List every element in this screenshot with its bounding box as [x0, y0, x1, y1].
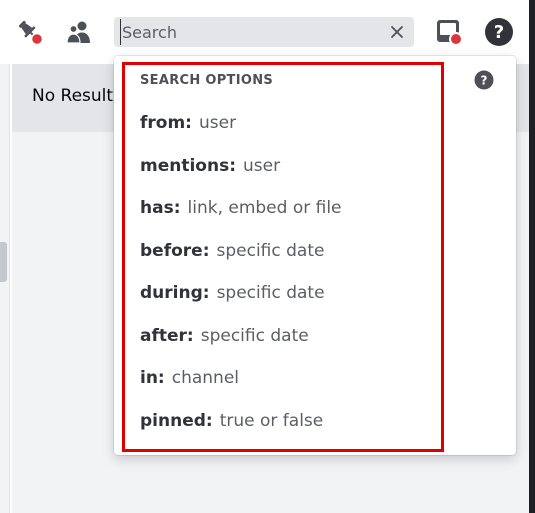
option-key: after: — [140, 326, 194, 346]
search-option-pinned[interactable]: pinned: true or false — [140, 408, 430, 434]
search-bar — [114, 17, 414, 47]
search-options-popout: ? SEARCH OPTIONS from: user mentions: us… — [114, 56, 516, 455]
option-hint: link, embed or file — [187, 198, 342, 218]
chat-scrollbar[interactable] — [0, 242, 7, 282]
inbox-button[interactable] — [434, 17, 464, 47]
inbox-icon — [437, 20, 463, 46]
svg-text:?: ? — [494, 22, 504, 43]
option-hint: user — [198, 113, 237, 133]
search-options-header: SEARCH OPTIONS — [140, 73, 274, 88]
option-hint: specific date — [216, 283, 325, 303]
no-results-text: No Result — [32, 86, 114, 106]
help-button[interactable]: ? — [484, 17, 514, 47]
pin-icon — [18, 20, 44, 46]
option-key: during: — [140, 283, 210, 303]
option-hint: specific date — [200, 326, 309, 346]
search-option-from[interactable]: from: user — [140, 110, 430, 136]
search-option-mentions[interactable]: mentions: user — [140, 153, 430, 179]
search-option-after[interactable]: after: specific date — [140, 323, 430, 349]
search-option-in[interactable]: in: channel — [140, 365, 430, 391]
search-option-before[interactable]: before: specific date — [140, 238, 430, 264]
option-hint: specific date — [216, 241, 325, 261]
help-icon: ? — [485, 18, 513, 46]
search-input[interactable] — [120, 19, 375, 45]
option-key: from: — [140, 113, 192, 133]
clear-search-button[interactable] — [388, 23, 406, 41]
option-key: pinned: — [140, 411, 213, 431]
search-option-has[interactable]: has: link, embed or file — [140, 195, 430, 221]
option-key: before: — [140, 241, 210, 261]
option-hint: true or false — [219, 411, 324, 431]
member-list-button[interactable] — [64, 17, 94, 47]
search-option-during[interactable]: during: specific date — [140, 280, 430, 306]
help-icon: ? — [474, 70, 494, 90]
option-key: in: — [140, 368, 165, 388]
option-key: has: — [140, 198, 181, 218]
window-edge — [529, 0, 535, 513]
option-hint: channel — [171, 368, 240, 388]
close-icon — [391, 26, 403, 38]
pinned-messages-button[interactable] — [15, 17, 45, 47]
channel-toolbar: ? — [0, 0, 529, 64]
option-key: mentions: — [140, 156, 236, 176]
members-icon — [66, 21, 90, 44]
search-options-help-button[interactable]: ? — [474, 70, 494, 90]
option-hint: user — [243, 156, 281, 176]
chat-panel-edge — [0, 64, 10, 513]
svg-text:?: ? — [481, 74, 488, 88]
